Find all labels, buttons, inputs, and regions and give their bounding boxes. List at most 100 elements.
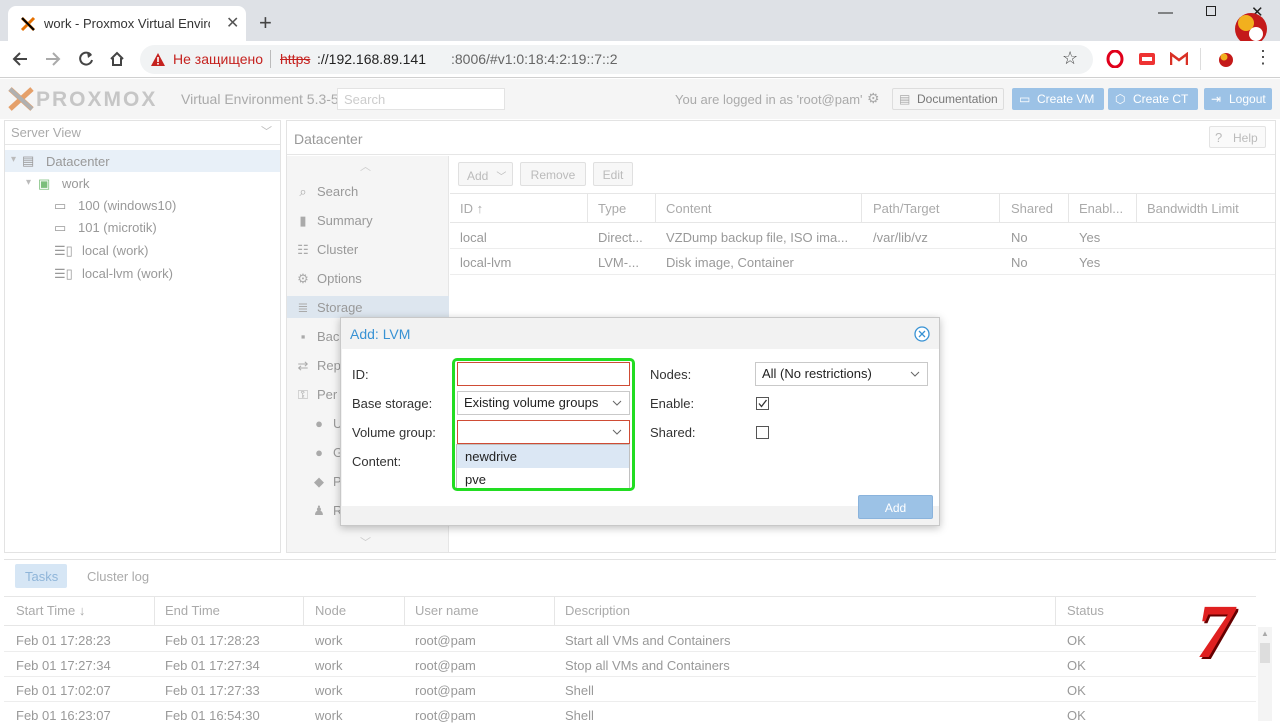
url-host: ://192.168.89.141 (317, 51, 426, 67)
tree-row-local-lvm[interactable]: local-lvm (work) (82, 266, 173, 281)
extension-icon[interactable] (1138, 51, 1156, 67)
create-ct-button[interactable]: ⬡ Create CT (1108, 88, 1198, 110)
col-id[interactable]: ID ↑ (460, 201, 483, 216)
nav-summary[interactable]: ▮ Summary (296, 213, 372, 229)
minimize-icon[interactable]: — (1158, 4, 1173, 21)
storage-row[interactable] (450, 250, 1275, 275)
tab-title: work - Proxmox Virtual Environm (44, 16, 210, 31)
col-bandwidth[interactable]: Bandwidth Limit (1147, 201, 1239, 216)
nav-users[interactable]: ● U (312, 416, 342, 431)
col-content[interactable]: Content (666, 201, 712, 216)
col-enabled[interactable]: Enabl... (1079, 201, 1123, 216)
maximize-icon[interactable] (1206, 6, 1216, 16)
logout-icon: ⇥ (1211, 92, 1222, 106)
chevron-down-icon (910, 371, 920, 377)
tab-tasks[interactable]: Tasks (15, 564, 67, 588)
shared-checkbox[interactable] (756, 426, 769, 439)
profile-small-icon[interactable] (1217, 50, 1235, 68)
nav-roles[interactable]: ♟ R (312, 503, 342, 519)
tags-icon: ◆ (314, 474, 324, 489)
new-tab-icon[interactable]: + (259, 10, 272, 36)
nodes-select[interactable]: All (No restrictions) (755, 362, 928, 386)
storage-row[interactable] (450, 224, 1275, 249)
opera-icon[interactable] (1106, 50, 1124, 68)
nav-backup[interactable]: ▪ Bac (296, 329, 340, 344)
address-bar[interactable]: Не защищено https ://192.168.89.141 :800… (140, 45, 1093, 74)
home-icon[interactable] (108, 50, 126, 68)
scroll-down-icon[interactable]: ﹀ (360, 534, 371, 550)
tree-row-vm101[interactable]: 101 (microtik) (78, 220, 157, 235)
col-type[interactable]: Type (598, 201, 626, 216)
user-icon: ● (315, 416, 323, 431)
storage-icon: ☰▯ (54, 266, 73, 281)
scroll-up-icon[interactable]: ︿ (360, 158, 371, 174)
tree-row-local[interactable]: local (work) (82, 243, 148, 258)
node-online-icon: ▣ (38, 176, 51, 191)
tree-row-vm100[interactable]: 100 (windows10) (78, 198, 176, 213)
content-header: Datacenter (287, 121, 1275, 155)
col-status[interactable]: Status (1067, 603, 1104, 618)
logged-in-label: You are logged in as 'root@pam' (675, 92, 863, 107)
gear-icon: ⚙ (297, 271, 309, 286)
col-shared[interactable]: Shared (1011, 201, 1053, 216)
chevron-down-icon: ﹀ (261, 126, 272, 138)
nav-pools[interactable]: ◆ P (312, 474, 342, 490)
add-storage-button[interactable]: Add ﹀ (458, 162, 513, 186)
retweet-icon: ⇄ (297, 358, 309, 373)
proxmox-logo-text: PROXMOX (36, 88, 158, 111)
col-node[interactable]: Node (315, 603, 346, 618)
nav-permissions[interactable]: ⚿ Per (296, 387, 337, 403)
logout-button[interactable]: ⇥ Logout (1204, 88, 1272, 110)
nav-cluster[interactable]: ☷ Cluster (296, 242, 358, 258)
tasks-scrollbar[interactable]: ▲ (1258, 627, 1272, 721)
view-selector[interactable]: Server View ﹀ (5, 121, 280, 145)
col-start-time[interactable]: Start Time ↓ (16, 603, 85, 618)
menu-icon[interactable]: ⋮ (1254, 47, 1272, 68)
forward-icon[interactable] (44, 51, 62, 67)
task-row[interactable]: Feb 01 17:02:07 Feb 01 17:27:33 work roo… (4, 677, 1256, 702)
nav-options[interactable]: ⚙ Options (296, 271, 362, 287)
nav-search[interactable]: ⌕ Search (296, 184, 358, 200)
gmail-icon[interactable] (1170, 52, 1188, 66)
question-icon: ? (1215, 130, 1223, 145)
col-end-time[interactable]: End Time (165, 603, 220, 618)
sort-asc-icon: ↑ (476, 201, 484, 216)
product-version: Virtual Environment 5.3-5 (181, 91, 339, 107)
search-input[interactable]: Search (337, 88, 505, 110)
scrollbar-thumb[interactable] (1260, 643, 1270, 663)
storage-icon: ☰▯ (54, 243, 73, 258)
close-tab-icon[interactable]: ✕ (226, 13, 239, 33)
enable-checkbox[interactable] (756, 397, 769, 410)
nav-replication[interactable]: ⇄ Rep (296, 358, 341, 374)
search-icon: ⌕ (299, 184, 307, 199)
database-icon: ≣ (297, 300, 309, 315)
remove-storage-button[interactable]: Remove (520, 162, 586, 186)
reload-icon[interactable] (77, 50, 95, 68)
documentation-button[interactable]: ▤ Documentation (892, 88, 1004, 110)
nav-groups[interactable]: ● G (312, 445, 343, 460)
create-vm-button[interactable]: ▭ Create VM (1012, 88, 1104, 110)
col-description[interactable]: Description (565, 603, 630, 618)
task-row[interactable]: Feb 01 17:28:23 Feb 01 17:28:23 work roo… (4, 627, 1256, 652)
col-user[interactable]: User name (415, 603, 479, 618)
vm-monitor-icon: ▭ (54, 198, 67, 213)
task-row[interactable]: Feb 01 16:23:07 Feb 01 16:54:30 work roo… (4, 702, 1256, 723)
bookmark-star-icon[interactable]: ☆ (1062, 48, 1078, 69)
highlight-box (452, 358, 635, 491)
close-icon[interactable] (914, 326, 930, 342)
nav-storage[interactable]: ≣ Storage (296, 300, 363, 316)
volume-group-label: Volume group: (352, 425, 436, 440)
content-label: Content: (352, 454, 402, 469)
tab-cluster-log[interactable]: Cluster log (87, 569, 149, 584)
add-button[interactable]: Add (858, 495, 933, 519)
browser-tab[interactable]: work - Proxmox Virtual Environm ✕ (8, 6, 246, 41)
back-icon[interactable] (11, 51, 29, 67)
book-icon: ▤ (899, 92, 911, 106)
col-path[interactable]: Path/Target (873, 201, 940, 216)
task-row[interactable]: Feb 01 17:27:34 Feb 01 17:27:34 work roo… (4, 652, 1256, 677)
help-button[interactable]: ? Help (1209, 126, 1266, 148)
edit-storage-button[interactable]: Edit (593, 162, 633, 186)
user-gear-icon[interactable]: ⚙ (867, 90, 880, 107)
shared-label: Shared: (650, 425, 696, 440)
enable-label: Enable: (650, 396, 695, 411)
